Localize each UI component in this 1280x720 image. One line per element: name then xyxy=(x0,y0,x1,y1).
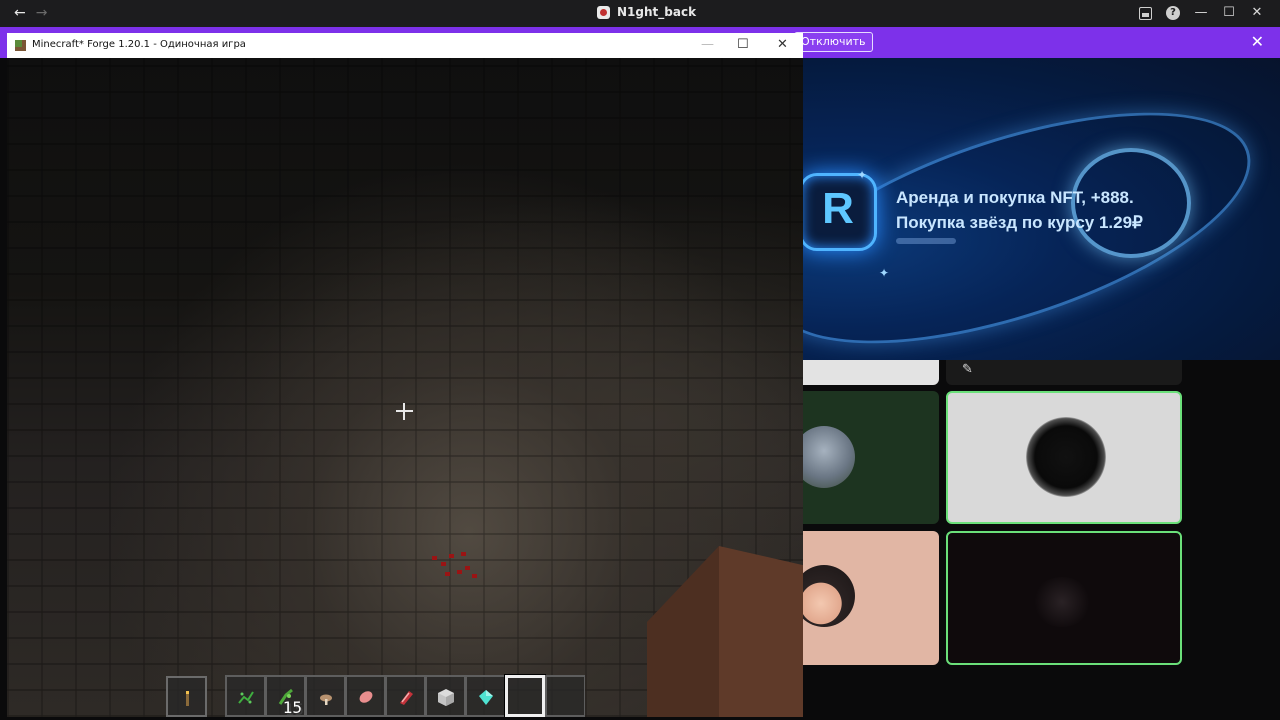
sparkle-icon: ✦ xyxy=(857,168,868,182)
host-titlebar: ← → N1ght_back ? — ☐ ✕ xyxy=(0,0,1280,27)
raw-beef-icon xyxy=(400,691,413,705)
muted-mic-icon: ✎ xyxy=(962,362,973,377)
hotbar-slot-6[interactable] xyxy=(425,675,465,717)
diamond-icon xyxy=(479,690,493,705)
app-icon xyxy=(597,5,610,19)
forward-arrow-icon[interactable]: → xyxy=(36,5,48,21)
hotbar-slot-4[interactable] xyxy=(345,675,385,717)
vine-icon xyxy=(238,691,254,704)
avatar xyxy=(803,426,855,488)
mushroom-icon xyxy=(320,694,332,705)
screen: ← → N1ght_back ? — ☐ ✕ Отключить ✕ R ✦ ✦… xyxy=(0,0,1280,720)
game-viewport[interactable] xyxy=(7,58,803,717)
hotbar-slot-1[interactable] xyxy=(225,675,265,717)
ad-line-2: Покупка звёзд по курсу 1.29₽ xyxy=(896,213,1143,232)
iron-block-icon xyxy=(438,689,454,706)
minecraft-window: Minecraft* Forge 1.20.1 - Одиночная игра… xyxy=(7,33,803,717)
minecraft-titlebar: Minecraft* Forge 1.20.1 - Одиночная игра… xyxy=(7,33,803,58)
ad-handle xyxy=(896,238,956,244)
participant-tile[interactable] xyxy=(803,531,939,665)
avatar xyxy=(1032,577,1092,627)
item-count: 15 xyxy=(282,698,302,717)
hotbar-slot-9[interactable] xyxy=(545,675,585,717)
hotbar: 15 xyxy=(225,675,585,717)
offhand-slot[interactable] xyxy=(166,676,207,717)
host-title: N1ght_back xyxy=(597,5,696,19)
disable-button[interactable]: Отключить xyxy=(794,32,873,52)
host-nav: ← → xyxy=(14,5,47,21)
mc-maximize-button[interactable]: ☐ xyxy=(737,37,749,52)
minecraft-icon xyxy=(15,40,26,51)
hotbar-slot-3[interactable] xyxy=(305,675,345,717)
hotbar-slot-8[interactable] xyxy=(505,675,545,717)
avatar xyxy=(803,565,855,627)
sparkle-icon: ✦ xyxy=(879,266,890,280)
ad-banner[interactable]: R ✦ ✦ ✦ Аренда и покупка NFT, +888. Поку… xyxy=(741,58,1280,360)
participant-tile[interactable] xyxy=(803,391,939,524)
participant-tile-active[interactable] xyxy=(946,531,1182,665)
avatar xyxy=(1026,417,1106,497)
host-actions: ? — ☐ ✕ xyxy=(1139,6,1264,20)
participant-tile[interactable] xyxy=(803,360,939,385)
back-arrow-icon[interactable]: ← xyxy=(14,5,26,21)
torch-icon xyxy=(186,691,189,706)
hotbar-slot-2[interactable]: 15 xyxy=(265,675,305,717)
host-maximize-button[interactable]: ☐ xyxy=(1222,6,1236,20)
host-close-button[interactable]: ✕ xyxy=(1250,6,1264,20)
ad-logo: R xyxy=(799,173,877,251)
minecraft-title: Minecraft* Forge 1.20.1 - Одиночная игра xyxy=(32,39,246,50)
host-title-text: N1ght_back xyxy=(617,5,697,19)
hotbar-slot-5[interactable] xyxy=(385,675,425,717)
help-icon[interactable]: ? xyxy=(1166,6,1180,20)
participant-tile[interactable]: ✎ xyxy=(946,360,1182,385)
raw-pork-icon xyxy=(359,691,373,703)
banner-close-icon[interactable]: ✕ xyxy=(1251,32,1264,52)
mc-minimize-button[interactable]: — xyxy=(701,37,714,52)
crosshair-icon xyxy=(396,403,413,420)
ad-logo-letter: R xyxy=(822,184,854,233)
host-minimize-button[interactable]: — xyxy=(1194,6,1208,20)
hotbar-slot-7[interactable] xyxy=(465,675,505,717)
ad-line-1: Аренда и покупка NFT, +888. xyxy=(896,188,1134,207)
redstone-dust xyxy=(427,548,487,583)
mc-close-button[interactable]: ✕ xyxy=(777,37,788,52)
inbox-icon[interactable] xyxy=(1139,6,1152,20)
participant-tile-active[interactable] xyxy=(946,391,1182,524)
